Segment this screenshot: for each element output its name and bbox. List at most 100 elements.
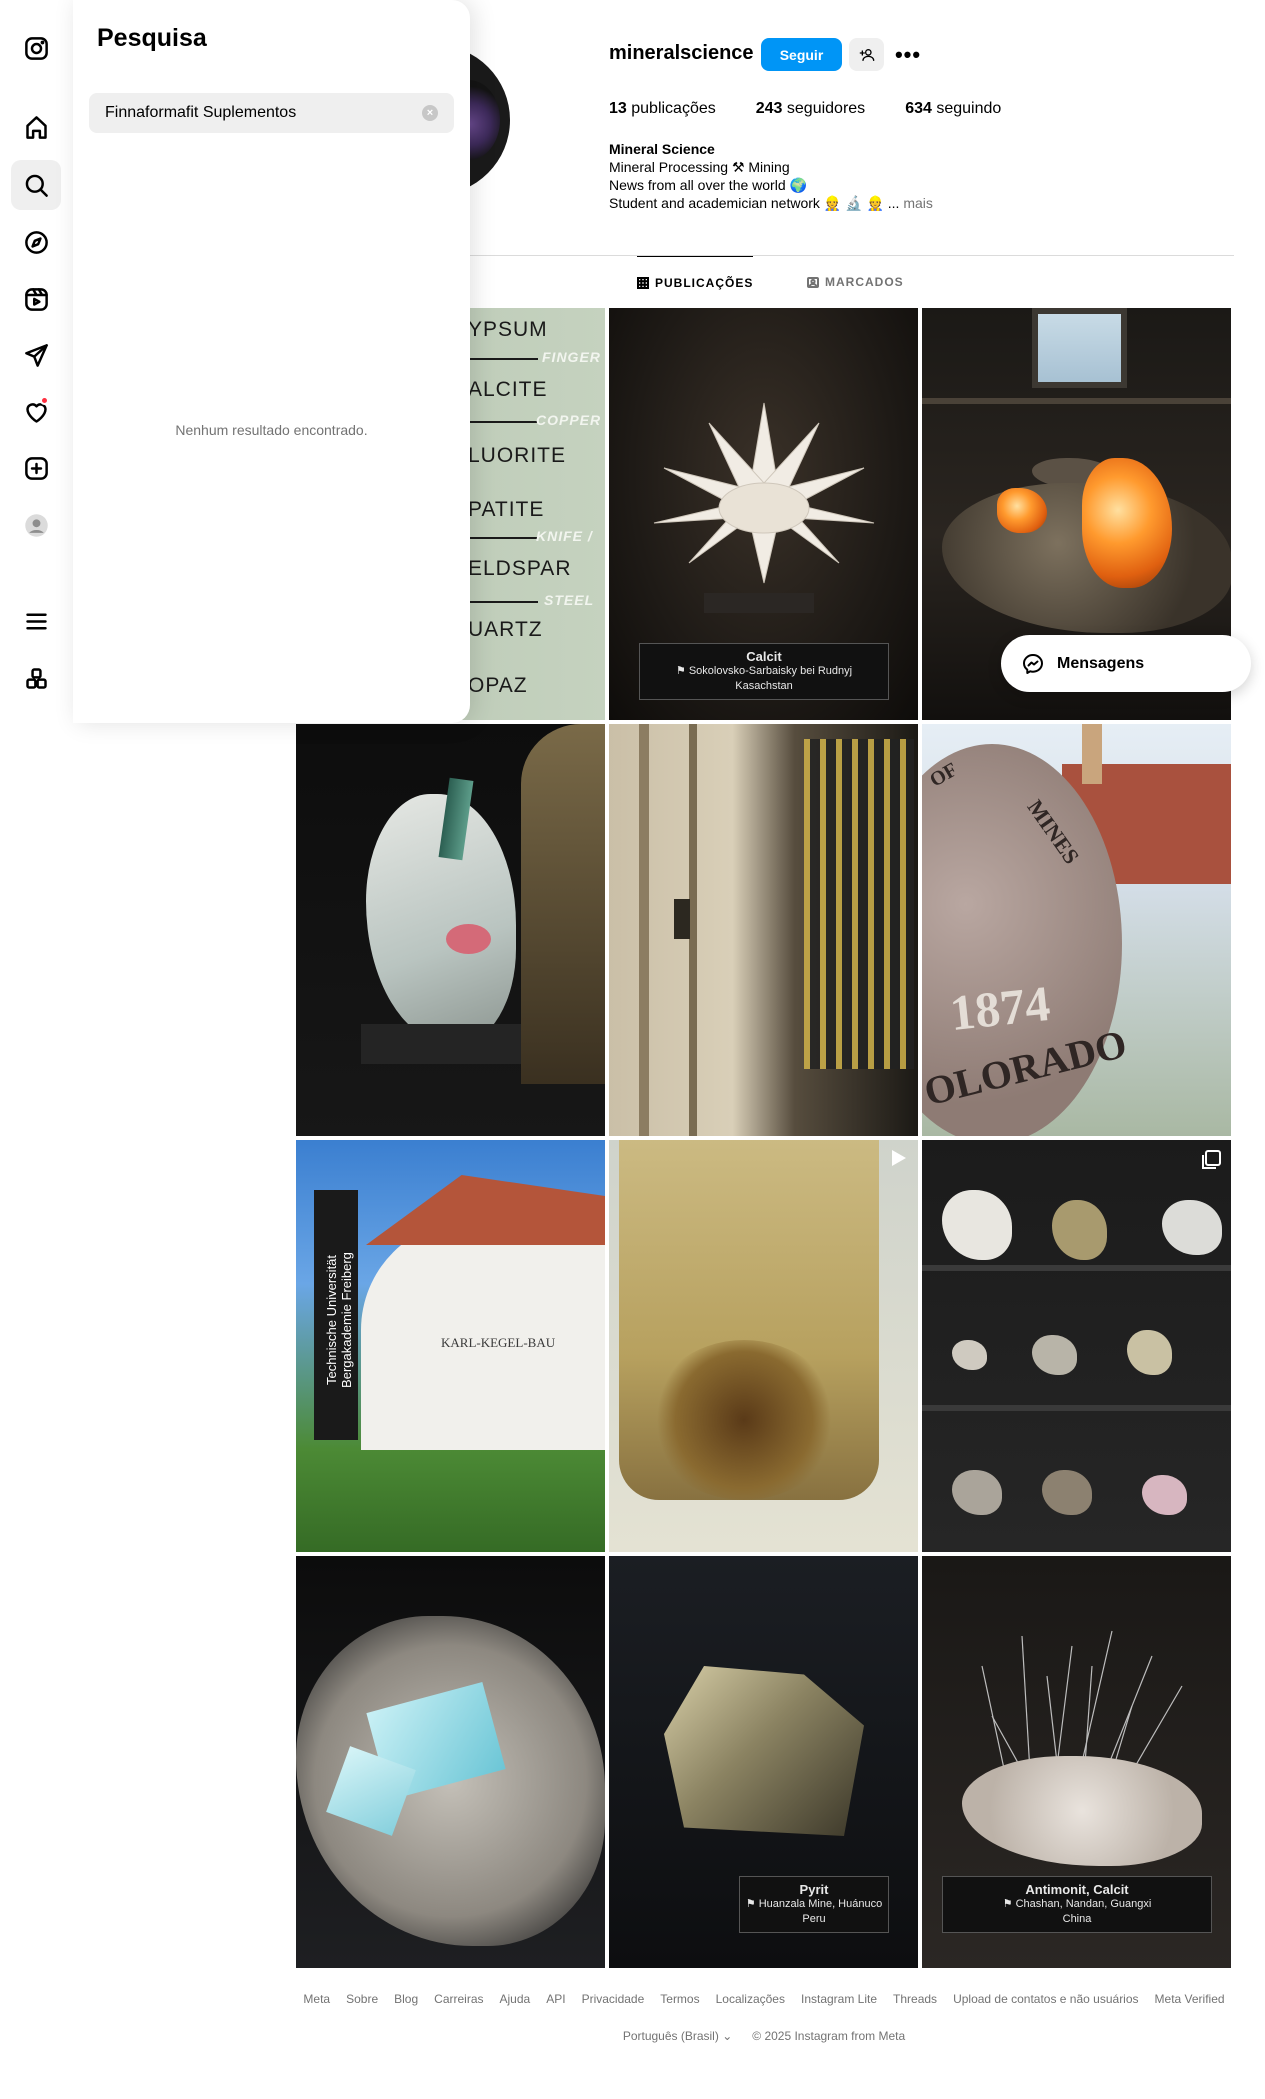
profile-bio: Mineral Science Mineral Processing ⚒ Min… bbox=[609, 140, 933, 212]
post-aquamarine-specimen[interactable] bbox=[296, 1556, 605, 1968]
display-shelf bbox=[922, 398, 1231, 404]
specimen-label: Pyrit ⚑ Huanzala Mine, Huánuco Peru bbox=[739, 1876, 889, 1933]
posts-count[interactable]: 13 publicações bbox=[609, 100, 716, 118]
footer-link[interactable]: Sobre bbox=[346, 1992, 378, 2006]
messages-button[interactable]: Mensagens bbox=[1001, 635, 1251, 692]
language-selector[interactable]: Português (Brasil) ⌄ bbox=[623, 2029, 732, 2043]
search-input[interactable] bbox=[105, 104, 422, 122]
footer-link[interactable]: Blog bbox=[394, 1992, 418, 2006]
post-tourmaline-specimen[interactable] bbox=[296, 724, 605, 1136]
search-panel: Pesquisa × Nenhum resultado encontrado. bbox=[73, 0, 470, 723]
building-tower bbox=[1082, 724, 1102, 784]
search-icon[interactable] bbox=[11, 160, 61, 210]
mineral-sample bbox=[1052, 1200, 1107, 1260]
specimen-stand bbox=[704, 593, 814, 613]
mineral-sample bbox=[1142, 1475, 1187, 1515]
post-mineral-shelves[interactable] bbox=[922, 1140, 1231, 1552]
messenger-icon bbox=[1023, 653, 1043, 674]
footer-link[interactable]: Localizações bbox=[716, 1992, 785, 2006]
footer-link[interactable]: Carreiras bbox=[434, 1992, 483, 2006]
footer-link[interactable]: Privacidade bbox=[582, 1992, 645, 2006]
monument-year: 1874 bbox=[947, 974, 1053, 1042]
arch-doorway bbox=[521, 724, 605, 1084]
notification-badge bbox=[40, 396, 49, 405]
follow-button[interactable]: Seguir bbox=[761, 38, 842, 71]
footer-link[interactable]: Threads bbox=[893, 1992, 937, 2006]
bio-line: News from all over the world 🌍 bbox=[609, 177, 807, 193]
tab-tagged-label: MARCADOS bbox=[825, 275, 904, 289]
post-pyrite-specimen[interactable]: Pyrit ⚑ Huanzala Mine, Huánuco Peru bbox=[609, 1556, 918, 1968]
carousel-icon bbox=[1202, 1150, 1221, 1169]
post-calcite-crystal[interactable]: Calcit ⚑ Sokolovsko-Sarbaisky bei Rudnyj… bbox=[609, 308, 918, 720]
footer-link[interactable]: Meta Verified bbox=[1155, 1992, 1225, 2006]
notifications-icon[interactable] bbox=[11, 387, 61, 437]
orange-crystal bbox=[1082, 458, 1172, 588]
footer-link[interactable]: Meta bbox=[303, 1992, 330, 2006]
tab-posts-label: PUBLICAÇÕES bbox=[655, 275, 754, 290]
more-menu-icon[interactable] bbox=[11, 596, 61, 646]
mineral-sample bbox=[952, 1340, 987, 1370]
scale-line bbox=[468, 601, 538, 603]
footer-link[interactable]: Upload de contatos e não usuários bbox=[953, 1992, 1138, 2006]
tagged-icon bbox=[807, 277, 819, 288]
no-results-message: Nenhum resultado encontrado. bbox=[175, 422, 368, 438]
tab-tagged[interactable]: MARCADOS bbox=[807, 256, 904, 308]
clear-search-icon[interactable]: × bbox=[422, 105, 438, 121]
pyrite-cubes bbox=[664, 1666, 864, 1836]
profile-icon[interactable] bbox=[11, 500, 61, 550]
following-count[interactable]: 634 seguindo bbox=[905, 100, 1001, 118]
profile-username: mineralscience bbox=[609, 42, 754, 64]
search-box[interactable]: × bbox=[89, 93, 454, 133]
post-antimonite-specimen[interactable]: Antimonit, Calcit ⚑ Chashan, Nandan, Gua… bbox=[922, 1556, 1231, 1968]
create-icon[interactable] bbox=[11, 443, 61, 493]
post-colorado-mines-monument[interactable]: 1874 OLORADO MINES OF bbox=[922, 724, 1231, 1136]
scale-line bbox=[468, 421, 538, 423]
post-beaker-sample[interactable] bbox=[609, 1140, 918, 1552]
post-tu-freiberg[interactable]: KARL-KEGEL-BAU Technische Universität Ber… bbox=[296, 1140, 605, 1552]
mineral-sample bbox=[1162, 1200, 1222, 1255]
also-from-meta-icon[interactable] bbox=[11, 653, 61, 703]
display-shelf bbox=[922, 1405, 1231, 1411]
mineral-sample bbox=[942, 1190, 1012, 1260]
instagram-logo-icon[interactable] bbox=[11, 23, 61, 73]
footer-link[interactable]: Instagram Lite bbox=[801, 1992, 877, 2006]
add-person-icon bbox=[859, 48, 874, 61]
mineral-sample bbox=[1127, 1330, 1172, 1375]
chevron-down-icon: ⌄ bbox=[722, 2029, 733, 2043]
followers-count[interactable]: 243 seguidores bbox=[756, 100, 865, 118]
post-text: KNIFE / bbox=[536, 528, 593, 544]
museum-window bbox=[1032, 308, 1127, 388]
post-mine-elevator[interactable] bbox=[609, 724, 918, 1136]
specimen-label: Calcit ⚑ Sokolovsko-Sarbaisky bei Rudnyj… bbox=[639, 643, 889, 700]
messages-icon[interactable] bbox=[11, 330, 61, 380]
pink-crystal bbox=[446, 924, 491, 954]
building-name: KARL-KEGEL-BAU bbox=[441, 1335, 556, 1350]
mineral-sample bbox=[1032, 1335, 1077, 1375]
tab-posts[interactable]: PUBLICAÇÕES bbox=[637, 256, 754, 308]
home-icon[interactable] bbox=[11, 102, 61, 152]
footer-link[interactable]: Ajuda bbox=[500, 1992, 531, 2006]
side-navigation bbox=[0, 0, 73, 2099]
post-text: PATITE bbox=[468, 498, 545, 521]
specimen-base bbox=[361, 1024, 521, 1064]
specimen-label: Antimonit, Calcit ⚑ Chashan, Nandan, Gua… bbox=[942, 1876, 1212, 1933]
door-frame bbox=[639, 724, 649, 1136]
footer-link[interactable]: Termos bbox=[660, 1992, 699, 2006]
wall-phone bbox=[674, 899, 690, 939]
display-shelf bbox=[922, 1265, 1231, 1271]
explore-icon[interactable] bbox=[11, 217, 61, 267]
profile-options-icon[interactable]: ••• bbox=[893, 40, 923, 70]
reels-icon[interactable] bbox=[11, 274, 61, 324]
profile-stats: 13 publicações 243 seguidores 634 seguin… bbox=[609, 100, 1041, 118]
post-text: ELDSPAR bbox=[468, 557, 572, 580]
sign-text: Technische Universität Bergakademie Freib… bbox=[324, 1252, 354, 1388]
suggested-accounts-button[interactable] bbox=[849, 38, 884, 71]
grid-icon bbox=[637, 276, 649, 289]
post-text: OPAZ bbox=[468, 674, 528, 697]
calcite-matrix bbox=[962, 1756, 1202, 1866]
footer-link[interactable]: API bbox=[546, 1992, 565, 2006]
bio-more-link[interactable]: mais bbox=[903, 195, 933, 211]
mineral-sample bbox=[1042, 1470, 1092, 1515]
footer-links: Meta Sobre Blog Carreiras Ajuda API Priv… bbox=[294, 1992, 1234, 2006]
scale-line bbox=[468, 537, 538, 539]
